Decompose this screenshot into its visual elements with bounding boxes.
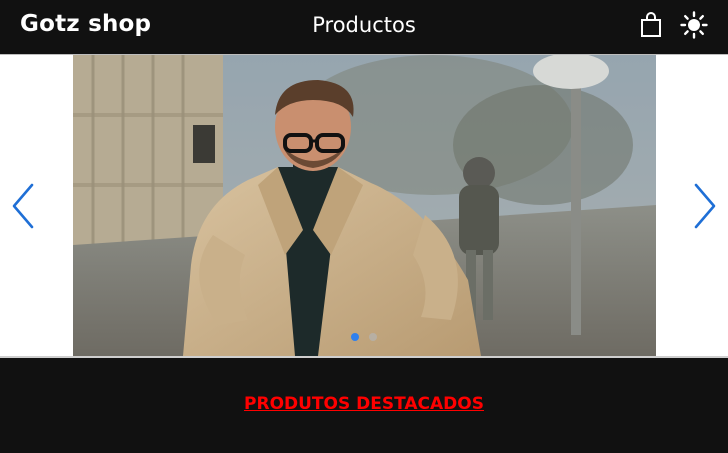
theme-toggle-button[interactable] — [680, 10, 708, 40]
carousel-next-button[interactable] — [690, 183, 720, 229]
shopping-bag-icon — [641, 12, 661, 37]
sun-icon — [680, 11, 708, 39]
carousel-dot-1[interactable] — [351, 333, 359, 341]
carousel-dot-2[interactable] — [369, 333, 377, 341]
cart-button[interactable] — [637, 10, 665, 40]
hero-carousel — [0, 55, 728, 356]
nav-title[interactable]: Productos — [0, 13, 728, 37]
chevron-right-icon — [694, 183, 716, 229]
chevron-left-icon — [12, 183, 34, 229]
carousel-indicators — [0, 333, 728, 341]
product-photo — [73, 55, 656, 356]
featured-section: PRODUTOS DESTACADOS — [0, 358, 728, 453]
carousel-prev-button[interactable] — [8, 183, 38, 229]
carousel-slide-image — [73, 55, 656, 356]
featured-products-link[interactable]: PRODUTOS DESTACADOS — [0, 394, 728, 414]
top-navbar: Gotz shop Productos — [0, 0, 728, 54]
